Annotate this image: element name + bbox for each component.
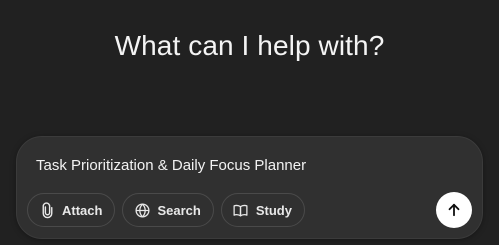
globe-icon [133,201,151,219]
paperclip-icon [38,201,56,219]
send-button[interactable] [436,192,472,228]
prompt-composer: Task Prioritization & Daily Focus Planne… [16,136,483,239]
attach-label: Attach [62,202,103,218]
book-icon [232,201,250,219]
search-label: Search [157,202,201,218]
composer-toolbar: Attach Search Study [27,193,305,227]
study-label: Study [255,202,292,218]
study-button[interactable]: Study [220,193,305,227]
attach-button[interactable]: Attach [27,193,116,227]
page-title: What can I help with? [114,30,385,61]
search-button[interactable]: Search [122,193,214,227]
chat-home: What can I help with? Task Prioritizatio… [0,0,499,245]
arrow-up-icon [445,201,463,219]
prompt-input[interactable]: Task Prioritization & Daily Focus Planne… [36,156,306,176]
